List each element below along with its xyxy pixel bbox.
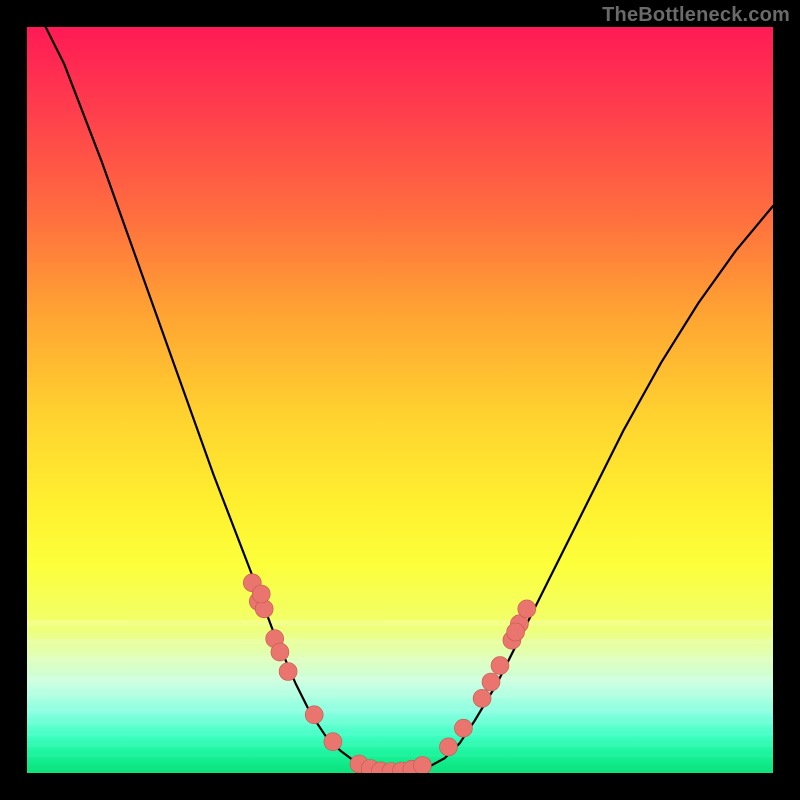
data-point	[518, 600, 536, 618]
data-point	[413, 757, 431, 774]
data-point	[473, 689, 491, 707]
data-point	[305, 706, 323, 724]
curve-group	[27, 27, 773, 771]
data-point	[271, 643, 289, 661]
data-point	[482, 673, 500, 691]
data-point	[324, 733, 342, 751]
data-point	[454, 719, 472, 737]
bottleneck-curve	[27, 27, 773, 771]
chart-svg	[27, 27, 773, 773]
watermark: TheBottleneck.com	[602, 4, 790, 27]
dots-group	[243, 574, 536, 773]
data-point	[440, 738, 458, 756]
data-point	[252, 585, 270, 603]
data-point	[491, 657, 509, 675]
data-point	[279, 663, 297, 681]
plot-area	[27, 27, 773, 773]
data-point	[507, 623, 525, 641]
